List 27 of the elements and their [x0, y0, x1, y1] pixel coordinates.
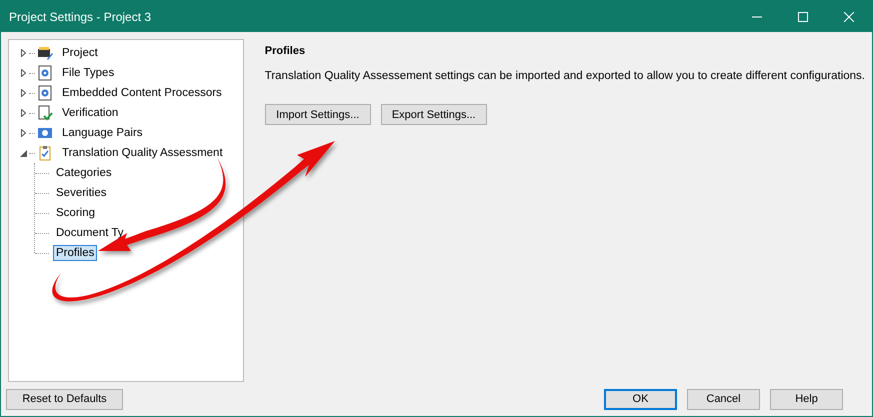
section-heading: Profiles	[264, 45, 306, 57]
close-icon	[844, 12, 854, 22]
dialog-button[interactable]: OK	[604, 388, 677, 410]
tree-item[interactable]: Scoring	[53, 205, 98, 221]
tree-item[interactable]: Embedded Content Processors	[59, 85, 225, 101]
gear-document-icon	[37, 85, 53, 101]
description-text: Translation Quality Assessement settings can be imported and exported to allow you to create different configurations.	[264, 70, 865, 82]
folder-pen-icon	[37, 45, 53, 61]
dialog-button[interactable]: Help	[770, 388, 843, 410]
settings-button[interactable]: Import Settings...	[264, 104, 371, 125]
tree-item[interactable]: Language Pairs	[59, 125, 146, 141]
tree-item[interactable]: Translation Quality Assessment	[59, 145, 226, 161]
tree-item[interactable]: Verification	[59, 105, 122, 121]
dialog-button[interactable]: Cancel	[687, 388, 760, 410]
tree-item[interactable]: Project	[59, 45, 101, 61]
tree-item[interactable]: Severities	[53, 185, 110, 201]
tree-item[interactable]: File Types	[59, 65, 118, 81]
clipboard-icon	[37, 145, 53, 161]
gear-document-icon	[37, 65, 53, 81]
settings-button[interactable]: Export Settings...	[380, 104, 487, 125]
tree-item[interactable]: Profiles	[53, 245, 98, 261]
tree-item[interactable]: Categories	[53, 165, 115, 181]
window-title: Project Settings - Project 3	[9, 10, 152, 24]
maximize-icon	[798, 12, 808, 22]
tree-item[interactable]: Document Ty	[53, 225, 127, 241]
reset-button[interactable]: Reset to Defaults	[6, 388, 123, 410]
checked-document-icon	[37, 105, 53, 121]
